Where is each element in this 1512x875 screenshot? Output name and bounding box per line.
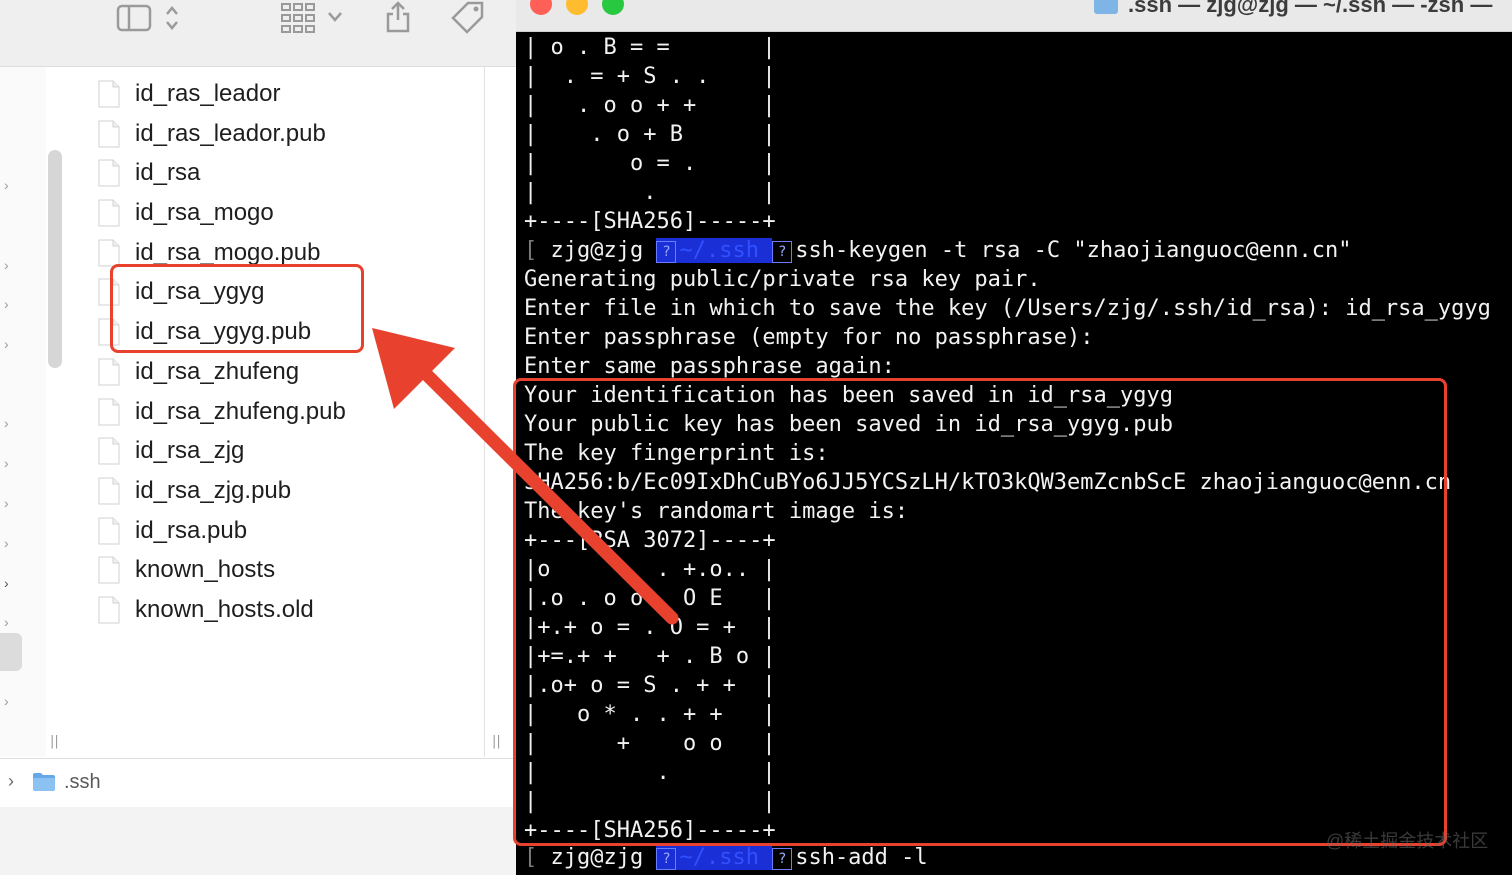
screenshot-root: › › › › › › › › › › › || || id_ras_leado…: [0, 0, 1512, 875]
watermark: @稀土掘金技术社区: [1326, 831, 1489, 851]
annotation-arrow: [372, 328, 679, 625]
